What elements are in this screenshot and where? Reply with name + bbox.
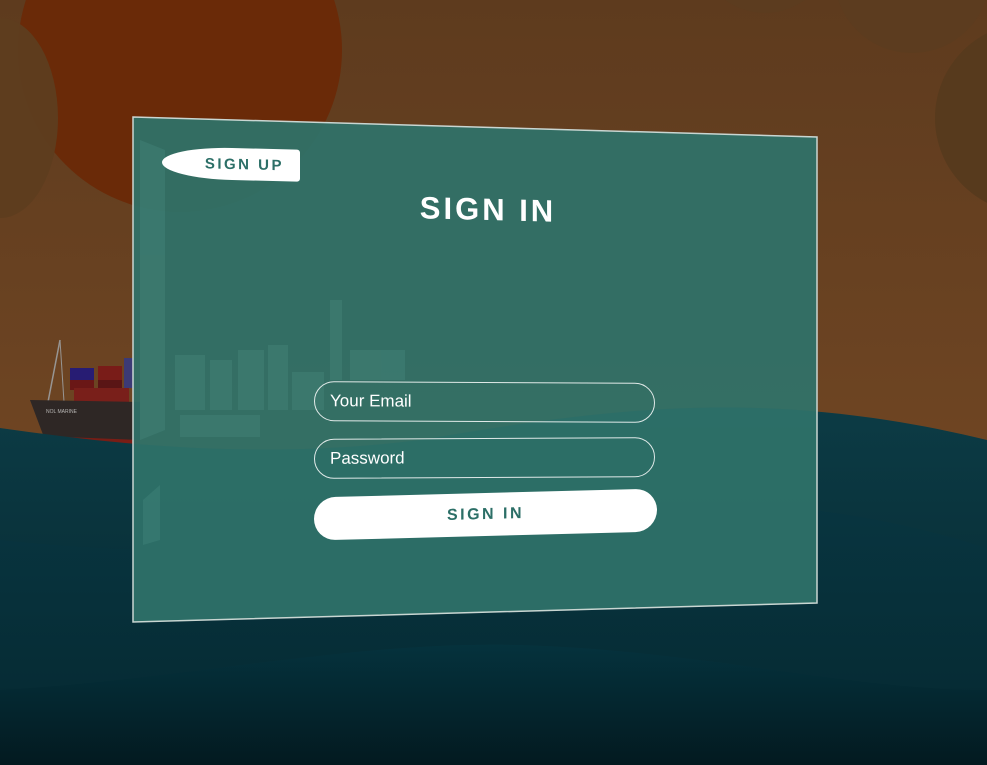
email-field[interactable]: Your Email <box>314 381 655 423</box>
login-scene: NOL MARINE SIGN UP SIGN IN Your Email Pa… <box>0 0 987 765</box>
password-field[interactable]: Password <box>314 437 655 479</box>
sign-in-button[interactable]: SIGN IN <box>314 488 657 541</box>
sign-in-panel: SIGN UP SIGN IN Your Email Password SIGN… <box>0 0 987 765</box>
page-title: SIGN IN <box>419 190 557 229</box>
password-placeholder: Password <box>330 448 405 468</box>
email-placeholder: Your Email <box>330 391 412 411</box>
